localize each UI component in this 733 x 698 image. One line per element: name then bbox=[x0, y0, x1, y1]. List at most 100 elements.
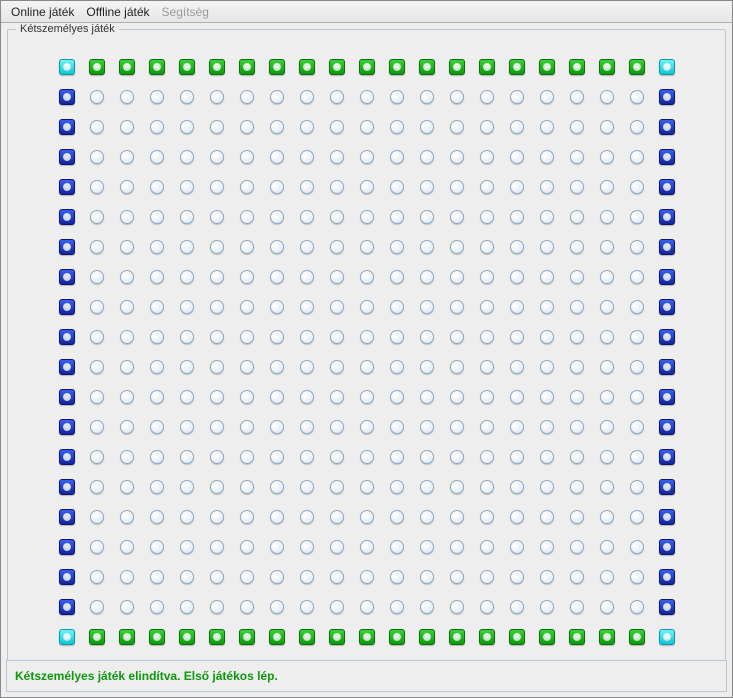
empty-node[interactable] bbox=[480, 510, 494, 524]
board-cell[interactable] bbox=[112, 262, 142, 292]
board-cell[interactable] bbox=[412, 82, 442, 112]
board-cell[interactable] bbox=[592, 82, 622, 112]
board-cell[interactable] bbox=[442, 172, 472, 202]
empty-node[interactable] bbox=[240, 300, 254, 314]
board-cell[interactable] bbox=[112, 322, 142, 352]
empty-node[interactable] bbox=[390, 90, 404, 104]
empty-node[interactable] bbox=[570, 240, 584, 254]
empty-node[interactable] bbox=[570, 300, 584, 314]
empty-node[interactable] bbox=[330, 570, 344, 584]
empty-node[interactable] bbox=[150, 540, 164, 554]
board-cell[interactable] bbox=[352, 82, 382, 112]
empty-node[interactable] bbox=[270, 360, 284, 374]
board-cell[interactable] bbox=[412, 232, 442, 262]
empty-node[interactable] bbox=[240, 480, 254, 494]
empty-node[interactable] bbox=[390, 360, 404, 374]
board-cell[interactable] bbox=[262, 292, 292, 322]
board-cell[interactable] bbox=[592, 532, 622, 562]
empty-node[interactable] bbox=[210, 240, 224, 254]
empty-node[interactable] bbox=[570, 450, 584, 464]
board-cell[interactable] bbox=[232, 202, 262, 232]
board-cell[interactable] bbox=[322, 382, 352, 412]
board-cell[interactable] bbox=[202, 82, 232, 112]
board-cell[interactable] bbox=[472, 592, 502, 622]
empty-node[interactable] bbox=[480, 240, 494, 254]
empty-node[interactable] bbox=[210, 510, 224, 524]
board-cell[interactable] bbox=[412, 562, 442, 592]
board-cell[interactable] bbox=[562, 172, 592, 202]
board-cell[interactable] bbox=[472, 382, 502, 412]
board-cell[interactable] bbox=[562, 592, 592, 622]
board-cell[interactable] bbox=[472, 262, 502, 292]
board-cell[interactable] bbox=[532, 352, 562, 382]
empty-node[interactable] bbox=[570, 180, 584, 194]
empty-node[interactable] bbox=[540, 270, 554, 284]
empty-node[interactable] bbox=[600, 480, 614, 494]
board-cell[interactable] bbox=[202, 262, 232, 292]
empty-node[interactable] bbox=[570, 420, 584, 434]
empty-node[interactable] bbox=[420, 510, 434, 524]
empty-node[interactable] bbox=[450, 510, 464, 524]
empty-node[interactable] bbox=[360, 210, 374, 224]
empty-node[interactable] bbox=[630, 600, 644, 614]
board-cell[interactable] bbox=[412, 202, 442, 232]
empty-node[interactable] bbox=[180, 540, 194, 554]
empty-node[interactable] bbox=[210, 180, 224, 194]
empty-node[interactable] bbox=[150, 240, 164, 254]
empty-node[interactable] bbox=[210, 330, 224, 344]
board-cell[interactable] bbox=[352, 142, 382, 172]
empty-node[interactable] bbox=[420, 330, 434, 344]
empty-node[interactable] bbox=[90, 540, 104, 554]
board-cell[interactable] bbox=[382, 352, 412, 382]
empty-node[interactable] bbox=[270, 390, 284, 404]
board-cell[interactable] bbox=[622, 592, 652, 622]
empty-node[interactable] bbox=[540, 330, 554, 344]
board-cell[interactable] bbox=[292, 502, 322, 532]
empty-node[interactable] bbox=[150, 300, 164, 314]
empty-node[interactable] bbox=[120, 330, 134, 344]
empty-node[interactable] bbox=[150, 120, 164, 134]
board-cell[interactable] bbox=[592, 232, 622, 262]
board-cell[interactable] bbox=[472, 322, 502, 352]
board-cell[interactable] bbox=[442, 262, 472, 292]
board-cell[interactable] bbox=[172, 202, 202, 232]
board-cell[interactable] bbox=[232, 472, 262, 502]
empty-node[interactable] bbox=[510, 300, 524, 314]
board-cell[interactable] bbox=[382, 82, 412, 112]
board-cell[interactable] bbox=[232, 442, 262, 472]
board-cell[interactable] bbox=[592, 352, 622, 382]
board-cell[interactable] bbox=[382, 292, 412, 322]
board-cell[interactable] bbox=[82, 112, 112, 142]
empty-node[interactable] bbox=[90, 510, 104, 524]
board-cell[interactable] bbox=[202, 112, 232, 142]
board-cell[interactable] bbox=[82, 502, 112, 532]
empty-node[interactable] bbox=[150, 480, 164, 494]
empty-node[interactable] bbox=[360, 360, 374, 374]
empty-node[interactable] bbox=[330, 150, 344, 164]
board-cell[interactable] bbox=[112, 532, 142, 562]
board-cell[interactable] bbox=[172, 262, 202, 292]
empty-node[interactable] bbox=[570, 540, 584, 554]
empty-node[interactable] bbox=[600, 360, 614, 374]
board-cell[interactable] bbox=[622, 82, 652, 112]
empty-node[interactable] bbox=[210, 450, 224, 464]
empty-node[interactable] bbox=[570, 360, 584, 374]
board-cell[interactable] bbox=[442, 322, 472, 352]
board-cell[interactable] bbox=[442, 352, 472, 382]
empty-node[interactable] bbox=[240, 510, 254, 524]
empty-node[interactable] bbox=[480, 150, 494, 164]
board-cell[interactable] bbox=[592, 262, 622, 292]
board-cell[interactable] bbox=[262, 322, 292, 352]
board-cell[interactable] bbox=[562, 562, 592, 592]
empty-node[interactable] bbox=[450, 480, 464, 494]
board-cell[interactable] bbox=[562, 382, 592, 412]
empty-node[interactable] bbox=[450, 390, 464, 404]
empty-node[interactable] bbox=[210, 90, 224, 104]
empty-node[interactable] bbox=[150, 360, 164, 374]
empty-node[interactable] bbox=[630, 450, 644, 464]
empty-node[interactable] bbox=[90, 90, 104, 104]
empty-node[interactable] bbox=[120, 150, 134, 164]
empty-node[interactable] bbox=[630, 420, 644, 434]
board-cell[interactable] bbox=[232, 382, 262, 412]
empty-node[interactable] bbox=[540, 540, 554, 554]
